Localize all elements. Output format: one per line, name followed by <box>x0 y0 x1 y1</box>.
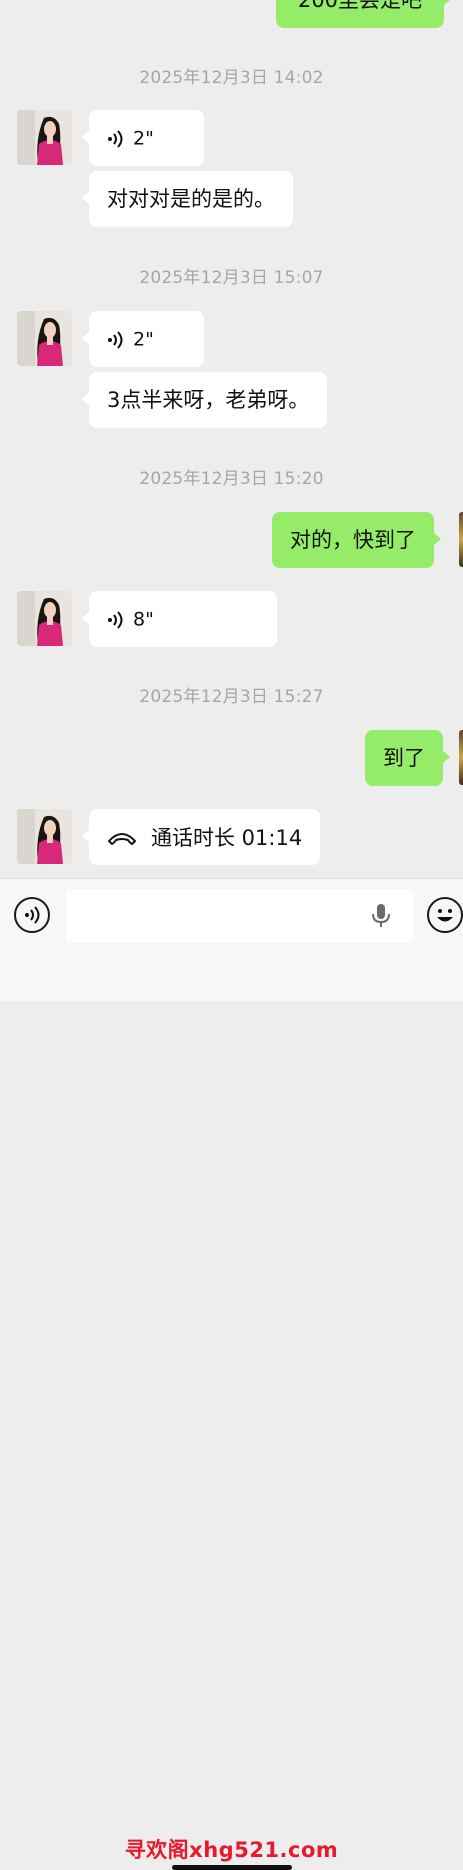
contact-avatar[interactable] <box>17 809 72 864</box>
voice-wave-icon <box>108 330 123 349</box>
chat-message-list[interactable]: 200里尝是吧 2025年12月3日 14:02 2" 对对对是的是的。 202… <box>0 0 463 878</box>
message-timestamp: 2025年12月3日 15:20 <box>139 469 324 489</box>
sent-text-bubble[interactable]: 对的，快到了 <box>272 512 441 568</box>
self-avatar[interactable] <box>459 730 463 785</box>
message-timestamp: 2025年12月3日 15:07 <box>139 268 324 288</box>
voice-duration: 2" <box>133 328 154 351</box>
received-text-bubble[interactable]: 对对对是的是的。 <box>82 171 293 227</box>
voice-wave-icon <box>108 610 123 629</box>
message-text: 3点半来呀，老弟呀。 <box>107 388 310 412</box>
voice-mode-icon <box>25 906 40 924</box>
voice-mode-button[interactable] <box>14 897 50 933</box>
call-record-bubble[interactable]: 通话时长 01:14 <box>81 809 321 865</box>
voice-wave-icon <box>108 129 123 148</box>
phone-handset-icon <box>108 833 136 845</box>
received-text-bubble[interactable]: 3点半来呀，老弟呀。 <box>81 372 328 428</box>
microphone-icon[interactable] <box>370 903 392 929</box>
message-text: 到了 <box>383 746 425 770</box>
contact-avatar[interactable] <box>17 591 72 646</box>
message-input[interactable] <box>66 889 413 943</box>
message-text: 对对对是的是的。 <box>107 187 275 211</box>
sent-text-bubble[interactable]: 200里尝是吧 <box>276 0 451 28</box>
message-timestamp: 2025年12月3日 14:02 <box>139 68 324 88</box>
message-text: 200里尝是吧 <box>297 0 423 12</box>
emoji-button[interactable] <box>427 897 463 933</box>
message-timestamp: 2025年12月3日 15:27 <box>139 687 324 707</box>
voice-duration: 2" <box>133 127 154 150</box>
voice-message-bubble[interactable]: 2" <box>82 110 204 166</box>
voice-message-bubble[interactable]: 8" <box>82 591 277 647</box>
contact-avatar[interactable] <box>17 110 72 165</box>
call-duration-text: 通话时长 01:14 <box>151 826 303 850</box>
sent-text-bubble[interactable]: 到了 <box>365 730 450 786</box>
contact-avatar[interactable] <box>17 311 72 366</box>
voice-duration: 8" <box>133 608 154 631</box>
voice-message-bubble[interactable]: 2" <box>82 311 204 367</box>
input-bar: 寻欢阁xhg521.com <box>0 878 463 1870</box>
message-text: 对的，快到了 <box>290 528 416 552</box>
emoji-smile-icon <box>437 909 453 922</box>
self-avatar[interactable] <box>459 512 463 567</box>
watermark-text: 寻欢阁xhg521.com <box>124 1838 339 1862</box>
home-indicator[interactable] <box>172 1865 292 1870</box>
